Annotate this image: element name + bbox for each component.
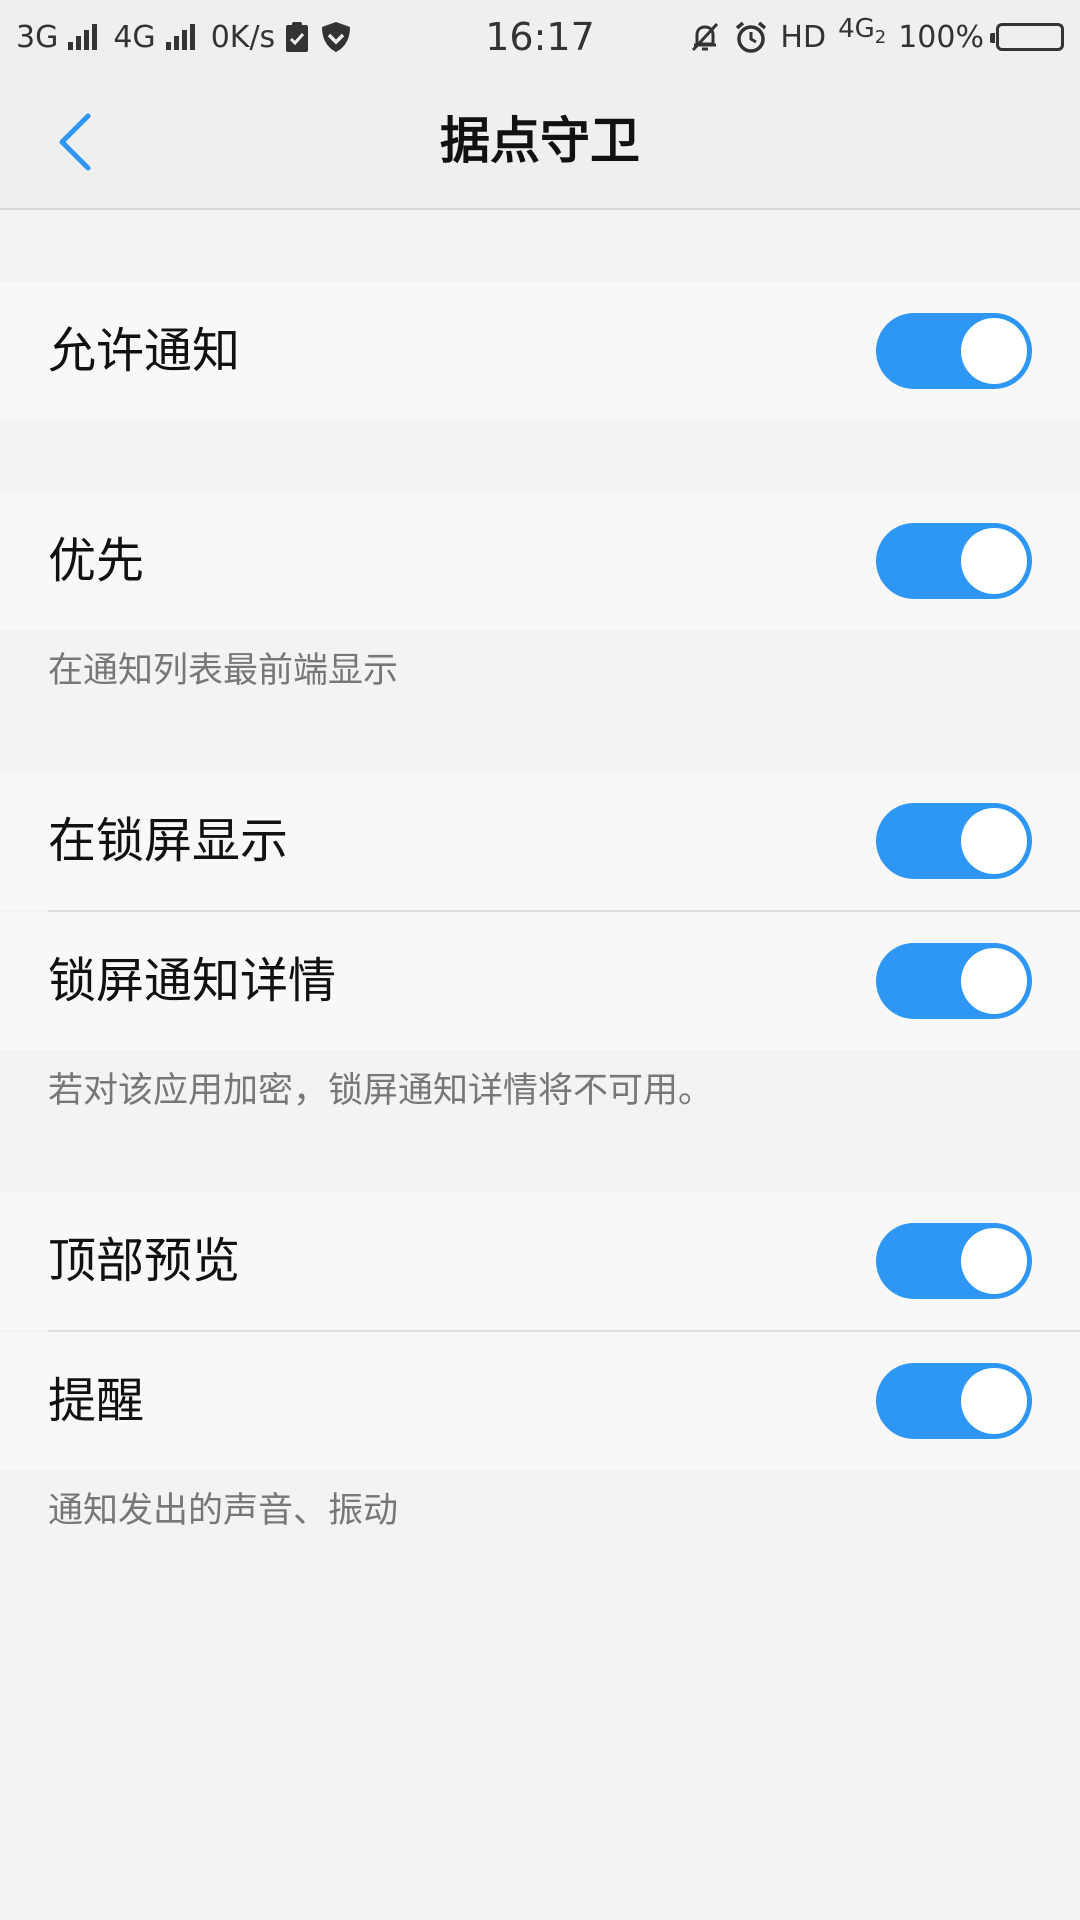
priority-row[interactable]: 优先: [0, 492, 1080, 630]
battery-icon: [990, 23, 1064, 51]
toggle-knob: [961, 318, 1027, 384]
network-type-3-label: 4G: [838, 13, 875, 44]
lockscreen-show-row[interactable]: 在锁屏显示: [0, 772, 1080, 910]
alarm-icon: [736, 21, 767, 53]
hd-indicator: HD: [780, 19, 827, 55]
priority-toggle[interactable]: [876, 523, 1032, 599]
bell-off-icon: [692, 22, 719, 52]
allow-notify-row[interactable]: 允许通知: [0, 282, 1080, 420]
allow-notify-toggle[interactable]: [876, 313, 1032, 389]
lockscreen-detail-row[interactable]: 锁屏通知详情: [0, 912, 1080, 1050]
lockscreen-detail-label: 锁屏通知详情: [48, 953, 337, 1009]
remind-label: 提醒: [48, 1373, 145, 1429]
lockscreen-show-label: 在锁屏显示: [48, 813, 289, 869]
page-title: 据点守卫: [440, 112, 640, 170]
lockscreen-show-toggle[interactable]: [876, 803, 1032, 879]
toggle-knob: [961, 808, 1027, 874]
top-preview-toggle[interactable]: [876, 1223, 1032, 1299]
toggle-knob: [961, 528, 1027, 594]
app-header: 据点守卫: [0, 74, 1080, 210]
toggle-knob: [961, 1368, 1027, 1434]
remind-hint: 通知发出的声音、振动: [48, 1491, 399, 1531]
battery-percent: 100%: [898, 19, 984, 55]
status-bar: 3G 4G 0K/s 16:17 HD 4G2 100%: [0, 0, 1080, 74]
top-preview-label: 顶部预览: [48, 1233, 241, 1289]
remind-row[interactable]: 提醒: [0, 1332, 1080, 1470]
remind-toggle[interactable]: [876, 1363, 1032, 1439]
network-type-3: 4G2: [838, 14, 886, 48]
lockscreen-hint: 若对该应用加密，锁屏通知详情将不可用。: [48, 1071, 714, 1111]
status-right: HD 4G2 100%: [688, 0, 1064, 74]
network-type-3-sub: 2: [874, 27, 887, 49]
priority-label: 优先: [48, 533, 145, 589]
priority-hint: 在通知列表最前端显示: [48, 651, 399, 691]
toggle-knob: [961, 948, 1027, 1014]
allow-notify-label: 允许通知: [48, 323, 241, 379]
toggle-knob: [961, 1228, 1027, 1294]
top-preview-row[interactable]: 顶部预览: [0, 1192, 1080, 1330]
lockscreen-detail-toggle[interactable]: [876, 943, 1032, 1019]
